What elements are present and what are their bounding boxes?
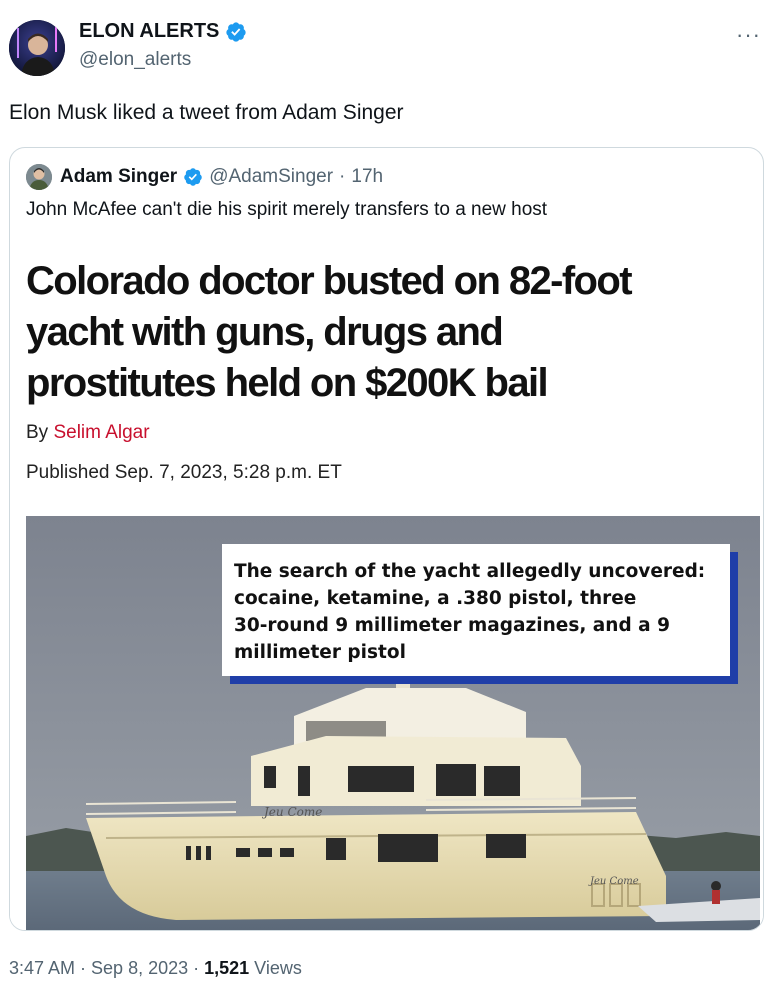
- tweet-header: ELON ALERTS @elon_alerts ···: [9, 18, 765, 78]
- views-label: Views: [249, 958, 302, 978]
- article-byline: By Selim Algar: [26, 422, 150, 444]
- verified-badge-icon: [226, 21, 246, 42]
- article-screenshot[interactable]: Colorado doctor busted on 82-foot yacht …: [10, 240, 763, 930]
- headline-line: Colorado doctor busted on 82-foot: [26, 259, 633, 303]
- author-display-name[interactable]: ELON ALERTS: [79, 20, 219, 43]
- quoted-tweet-card[interactable]: Adam Singer @AdamSinger · 17h John McAfe…: [9, 147, 764, 931]
- profile-photo-icon: [9, 20, 65, 76]
- callout-line: millimeter pistol: [234, 642, 406, 663]
- author-handle[interactable]: @elon_alerts: [79, 49, 191, 71]
- quoted-separator: ·: [339, 166, 346, 187]
- headline-line: yacht with guns, drugs and: [26, 310, 504, 354]
- quoted-author-name[interactable]: Adam Singer: [60, 166, 177, 188]
- yacht-name-label: Jeu Come: [588, 876, 639, 887]
- quoted-tweet-header: Adam Singer @AdamSinger · 17h: [26, 164, 383, 190]
- headline-line: prostitutes held on $200K bail: [26, 361, 549, 405]
- callout-line: The search of the yacht allegedly uncove…: [234, 561, 706, 582]
- quoted-profile-photo-icon: [26, 164, 52, 190]
- quoted-avatar[interactable]: [26, 164, 52, 190]
- views-count: 1,521: [204, 958, 250, 978]
- callout-line: 30-round 9 millimeter magazines, and a 9: [234, 615, 670, 636]
- author-name-row: ELON ALERTS: [79, 20, 247, 43]
- tweet-text: Elon Musk liked a tweet from Adam Singer: [9, 101, 404, 124]
- quoted-author-handle[interactable]: @AdamSinger: [209, 166, 333, 188]
- byline-prefix: By: [26, 422, 54, 443]
- quoted-verified-badge-icon: [184, 168, 202, 186]
- avatar[interactable]: [9, 20, 65, 76]
- tweet-timestamp[interactable]: 3:47 AM · Sep 8, 2023 ·: [9, 958, 204, 978]
- callout-line: cocaine, ketamine, a .380 pistol, three: [234, 588, 637, 609]
- quoted-tweet-text: John McAfee can't die his spirit merely …: [26, 199, 548, 220]
- article-headline: Colorado doctor busted on 82-foot yacht …: [26, 256, 746, 409]
- yacht-name-label: Jeu Come: [261, 805, 322, 819]
- callout-box: The search of the yacht allegedly uncove…: [222, 544, 730, 676]
- quoted-time-ago[interactable]: 17h: [351, 166, 383, 188]
- article-author: Selim Algar: [53, 422, 150, 443]
- tweet-footer: 3:47 AM · Sep 8, 2023 · 1,521 Views: [9, 958, 302, 979]
- more-options-icon[interactable]: ···: [736, 22, 761, 48]
- article-published-date: Published Sep. 7, 2023, 5:28 p.m. ET: [26, 462, 342, 483]
- yacht-photo: Jeu Come Jeu Come The search of the yach…: [26, 516, 760, 930]
- callout-text: The search of the yacht allegedly uncove…: [234, 558, 718, 666]
